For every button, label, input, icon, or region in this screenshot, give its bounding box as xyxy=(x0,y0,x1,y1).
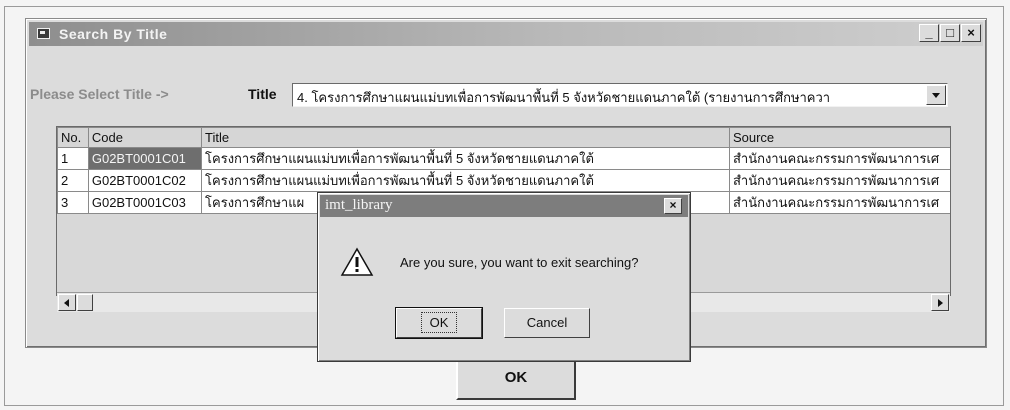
cell-title[interactable]: โครงการศึกษาแผนแม่บทเพื่อการพัฒนาพื้นที่… xyxy=(201,169,730,192)
scroll-left-icon[interactable] xyxy=(58,294,76,311)
chevron-down-icon[interactable] xyxy=(926,85,946,105)
dialog-ok-button[interactable]: OK xyxy=(395,307,483,339)
col-header-code[interactable]: Code xyxy=(87,127,203,148)
close-button[interactable]: × xyxy=(961,24,981,42)
title-dropdown-value: 4. โครงการศึกษาแผนแม่บทเพื่อการพัฒนาพื้น… xyxy=(297,90,831,105)
cell-source[interactable]: สำนักงานคณะกรรมการพัฒนาการเศ xyxy=(728,191,950,214)
window-title: Search By Title xyxy=(59,26,168,42)
confirm-exit-dialog: imt_library × Are you sure, you want to … xyxy=(317,192,691,362)
select-title-prompt: Please Select Title -> xyxy=(30,86,169,102)
cell-no[interactable]: 2 xyxy=(57,169,89,192)
minimize-button[interactable]: _ xyxy=(919,24,939,42)
col-header-no[interactable]: No. xyxy=(57,127,89,148)
cell-source[interactable]: สำนักงานคณะกรรมการพัฒนาการเศ xyxy=(728,169,950,192)
scroll-right-icon[interactable] xyxy=(931,294,949,311)
cell-code[interactable]: G02BT0001C03 xyxy=(87,191,203,214)
col-header-title[interactable]: Title xyxy=(201,127,730,148)
col-header-source[interactable]: Source xyxy=(728,127,950,148)
cell-no[interactable]: 3 xyxy=(57,191,89,214)
dialog-titlebar[interactable]: imt_library × xyxy=(320,195,688,217)
cell-code[interactable]: G02BT0001C01 xyxy=(87,147,203,170)
dialog-cancel-button[interactable]: Cancel xyxy=(504,308,590,338)
table-row[interactable]: 2 G02BT0001C02 โครงการศึกษาแผนแม่บทเพื่อ… xyxy=(57,169,950,192)
app-window-icon xyxy=(37,28,50,39)
table-header-row: No. Code Title Source xyxy=(57,127,950,148)
cell-source[interactable]: สำนักงานคณะกรรมการพัฒนาการเศ xyxy=(728,147,950,170)
table-row[interactable]: 1 G02BT0001C01 โครงการศึกษาแผนแม่บทเพื่อ… xyxy=(57,147,950,170)
cell-title[interactable]: โครงการศึกษาแผนแม่บทเพื่อการพัฒนาพื้นที่… xyxy=(201,147,730,170)
main-ok-button[interactable]: OK xyxy=(456,356,576,400)
cell-code[interactable]: G02BT0001C02 xyxy=(87,169,203,192)
dialog-message: Are you sure, you want to exit searching… xyxy=(400,255,639,270)
title-dropdown[interactable]: 4. โครงการศึกษาแผนแม่บทเพื่อการพัฒนาพื้น… xyxy=(292,83,948,107)
cell-no[interactable]: 1 xyxy=(57,147,89,170)
dialog-title: imt_library xyxy=(325,197,393,213)
scroll-thumb[interactable] xyxy=(77,294,93,311)
title-label: Title xyxy=(248,86,277,102)
dialog-close-button[interactable]: × xyxy=(664,198,682,214)
maximize-button[interactable]: □ xyxy=(940,24,960,42)
dialog-ok-label: OK xyxy=(420,312,458,333)
warning-icon xyxy=(340,247,374,276)
window-titlebar[interactable]: Search By Title _ □ × xyxy=(29,22,983,46)
